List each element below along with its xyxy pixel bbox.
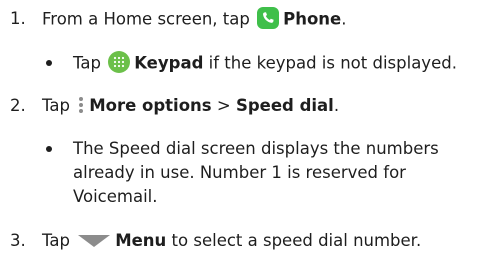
instructions-page: 1. From a Home screen, tap Phone. Tap Ke… [0, 0, 499, 262]
bullet-2-line-2: already in use. Number 1 is reserved for [73, 163, 406, 182]
step-2-bold: More options [89, 96, 212, 115]
step-3: 3. Tap Menu to select a speed dial numbe… [10, 231, 422, 250]
bullet-1-bold: Keypad [134, 53, 204, 73]
step-3-number: 3. [10, 231, 26, 250]
bullet-dot [46, 146, 52, 152]
bullet-2-line-1: The Speed dial screen displays the numbe… [0, 139, 499, 159]
step-2-number: 2. [10, 96, 26, 115]
phone-icon [257, 7, 280, 29]
step-2: 2. Tap More options > Speed dial. [10, 95, 340, 115]
step-1-bold: Phone [283, 9, 342, 29]
bullet-2-line-3: Voicemail. [73, 187, 158, 206]
step-1: 1. From a Home screen, tap Phone. [10, 7, 347, 29]
more-options-icon [77, 95, 85, 115]
step-1-number: 1. [10, 9, 26, 28]
keypad-icon [108, 51, 131, 73]
bullet-1: Tap Keypad if the keypad is not displaye… [0, 51, 499, 73]
menu-triangle-icon [77, 233, 111, 247]
bullet-dot [46, 60, 52, 66]
step-2-bold-2: Speed dial [235, 96, 334, 115]
step-3-bold: Menu [115, 231, 167, 250]
step-1-text: From a Home screen, tap [42, 9, 250, 29]
